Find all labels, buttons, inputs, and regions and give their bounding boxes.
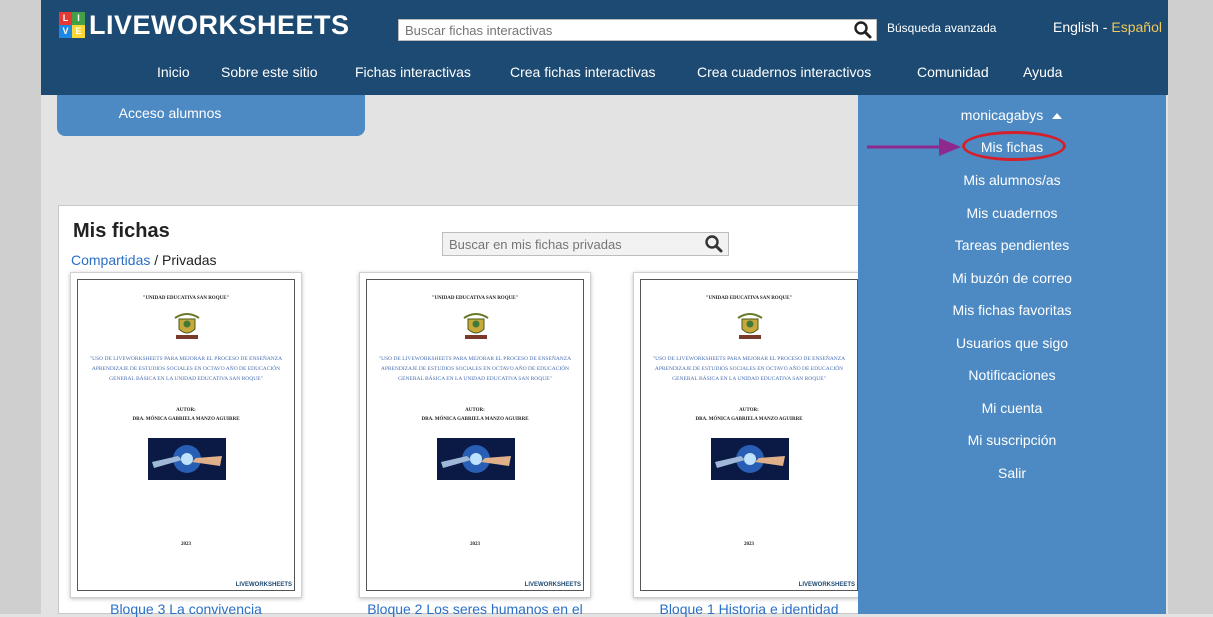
lang-spanish-link[interactable]: Español bbox=[1111, 19, 1162, 35]
site-header: L I V E LIVEWORKSHEETS Búsqueda avanzada… bbox=[41, 0, 1168, 95]
language-switch: English - Español bbox=[1053, 19, 1162, 35]
arrow-right-icon bbox=[867, 138, 961, 156]
nav-help[interactable]: Ayuda bbox=[1023, 64, 1062, 80]
worksheet-thumbnail: "UNIDAD EDUCATIVA SAN ROQUE" "USO DE LIV… bbox=[77, 279, 295, 591]
user-menu-toggle[interactable]: monicagabys bbox=[858, 107, 1166, 123]
menu-notifications[interactable]: Notificaciones bbox=[858, 367, 1166, 383]
worksheet-thumbnail: "UNIDAD EDUCATIVA SAN ROQUE" "USO DE LIV… bbox=[366, 279, 584, 591]
thumb-description: "USO DE LIVEWORKSHEETS PARA MEJORAR EL P… bbox=[378, 356, 572, 382]
my-worksheets-panel: Mis fichas Compartidas / Privadas "UNIDA… bbox=[58, 205, 865, 617]
thumb-author-label: AUTOR: bbox=[739, 408, 759, 413]
thumb-school: "UNIDAD EDUCATIVA SAN ROQUE" bbox=[431, 296, 519, 301]
nav-create-worksheets[interactable]: Crea fichas interactivas bbox=[510, 64, 656, 80]
right-gutter bbox=[1168, 0, 1213, 614]
nav-create-workbooks[interactable]: Crea cuadernos interactivos bbox=[697, 64, 871, 80]
logo-letter: E bbox=[72, 25, 85, 38]
highlight-ring bbox=[962, 131, 1066, 161]
worksheet-title-link[interactable]: Bloque 3 La convivencia bbox=[70, 601, 302, 617]
worksheet-thumbnail: "UNIDAD EDUCATIVA SAN ROQUE" "USO DE LIV… bbox=[640, 279, 858, 591]
worksheet-card[interactable]: "UNIDAD EDUCATIVA SAN ROQUE" "USO DE LIV… bbox=[70, 272, 302, 598]
user-menu: monicagabys Mis fichas Mis alumnos/as Mi… bbox=[858, 95, 1166, 614]
thumb-description: "USO DE LIVEWORKSHEETS PARA MEJORAR EL P… bbox=[89, 356, 283, 382]
username: monicagabys bbox=[960, 107, 1044, 123]
worksheet-card[interactable]: "UNIDAD EDUCATIVA SAN ROQUE" "USO DE LIV… bbox=[359, 272, 591, 598]
thumb-school: "UNIDAD EDUCATIVA SAN ROQUE" bbox=[705, 296, 793, 301]
search-icon[interactable] bbox=[852, 20, 874, 40]
visibility-tabs: Compartidas / Privadas bbox=[71, 252, 217, 268]
menu-mailbox[interactable]: Mi buzón de correo bbox=[858, 270, 1166, 286]
hands-image bbox=[711, 438, 789, 480]
thumb-year: 2023 bbox=[470, 542, 480, 547]
thumb-author-name: DRA. MÓNICA GABRIELA MANZO AGUIRRE bbox=[132, 417, 240, 422]
menu-logout[interactable]: Salir bbox=[858, 465, 1166, 481]
menu-followed-users[interactable]: Usuarios que sigo bbox=[858, 335, 1166, 351]
menu-my-account[interactable]: Mi cuenta bbox=[858, 400, 1166, 416]
site-search-input[interactable] bbox=[399, 20, 851, 40]
worksheet-card[interactable]: "UNIDAD EDUCATIVA SAN ROQUE" "USO DE LIV… bbox=[633, 272, 865, 598]
tab-separator: / bbox=[150, 252, 163, 268]
thumb-author-name: DRA. MÓNICA GABRIELA MANZO AGUIRRE bbox=[695, 417, 803, 422]
menu-my-subscription[interactable]: Mi suscripción bbox=[858, 432, 1166, 448]
student-access-button[interactable]: Acceso alumnos bbox=[57, 95, 365, 136]
private-search bbox=[442, 232, 729, 256]
student-access-label: Acceso alumnos bbox=[118, 105, 222, 121]
site-search bbox=[398, 19, 877, 41]
thumb-year: 2023 bbox=[181, 542, 191, 547]
menu-favorite-worksheets[interactable]: Mis fichas favoritas bbox=[858, 302, 1166, 318]
school-crest-icon bbox=[174, 313, 200, 339]
tab-private[interactable]: Privadas bbox=[162, 252, 216, 268]
lang-english-link[interactable]: English bbox=[1053, 19, 1099, 35]
thumb-description: "USO DE LIVEWORKSHEETS PARA MEJORAR EL P… bbox=[652, 356, 846, 382]
site-logo[interactable]: L I V E LIVEWORKSHEETS bbox=[59, 8, 350, 42]
school-crest-icon bbox=[737, 313, 763, 339]
logo-letter: V bbox=[59, 25, 72, 38]
advanced-search-link[interactable]: Búsqueda avanzada bbox=[887, 21, 996, 35]
school-crest-icon bbox=[463, 313, 489, 339]
logo-letter: I bbox=[72, 12, 85, 25]
menu-my-workbooks[interactable]: Mis cuadernos bbox=[858, 205, 1166, 221]
nav-home[interactable]: Inicio bbox=[157, 64, 190, 80]
logo-mark-icon: L I V E bbox=[59, 12, 85, 38]
nav-interactive-worksheets[interactable]: Fichas interactivas bbox=[355, 64, 471, 80]
tab-shared[interactable]: Compartidas bbox=[71, 252, 150, 268]
thumb-author-name: DRA. MÓNICA GABRIELA MANZO AGUIRRE bbox=[421, 417, 529, 422]
logo-letter: L bbox=[59, 12, 72, 25]
thumb-author: AUTOR: DRA. MÓNICA GABRIELA MANZO AGUIRR… bbox=[78, 406, 294, 424]
worksheet-title-link[interactable]: Bloque 1 Historia e identidad bbox=[633, 601, 865, 617]
logo-text: LIVEWORKSHEETS bbox=[89, 9, 350, 40]
thumb-author: AUTOR: DRA. MÓNICA GABRIELA MANZO AGUIRR… bbox=[641, 406, 857, 424]
menu-pending-tasks[interactable]: Tareas pendientes bbox=[858, 237, 1166, 253]
private-search-input[interactable] bbox=[443, 233, 705, 255]
search-icon[interactable] bbox=[704, 234, 724, 254]
menu-my-students[interactable]: Mis alumnos/as bbox=[858, 172, 1166, 188]
thumb-author: AUTOR: DRA. MÓNICA GABRIELA MANZO AGUIRR… bbox=[367, 406, 583, 424]
main-nav: Inicio Sobre este sitio Fichas interacti… bbox=[41, 58, 1168, 88]
hands-image bbox=[437, 438, 515, 480]
thumb-author-label: AUTOR: bbox=[176, 408, 196, 413]
nav-community[interactable]: Comunidad bbox=[917, 64, 989, 80]
worksheet-title-link[interactable]: Bloque 2 Los seres humanos en el bbox=[359, 601, 591, 617]
left-gutter bbox=[0, 0, 41, 614]
hands-image bbox=[148, 438, 226, 480]
lang-separator: - bbox=[1098, 19, 1112, 35]
page-title: Mis fichas bbox=[73, 220, 170, 242]
nav-about[interactable]: Sobre este sitio bbox=[221, 64, 318, 80]
thumb-year: 2023 bbox=[744, 542, 754, 547]
thumb-brand: LIVEWORKSHEETS bbox=[798, 582, 855, 588]
thumb-author-label: AUTOR: bbox=[465, 408, 485, 413]
thumb-school: "UNIDAD EDUCATIVA SAN ROQUE" bbox=[142, 296, 230, 301]
thumb-brand: LIVEWORKSHEETS bbox=[235, 582, 292, 588]
thumb-brand: LIVEWORKSHEETS bbox=[524, 582, 581, 588]
triangle-up-icon bbox=[1052, 113, 1063, 120]
